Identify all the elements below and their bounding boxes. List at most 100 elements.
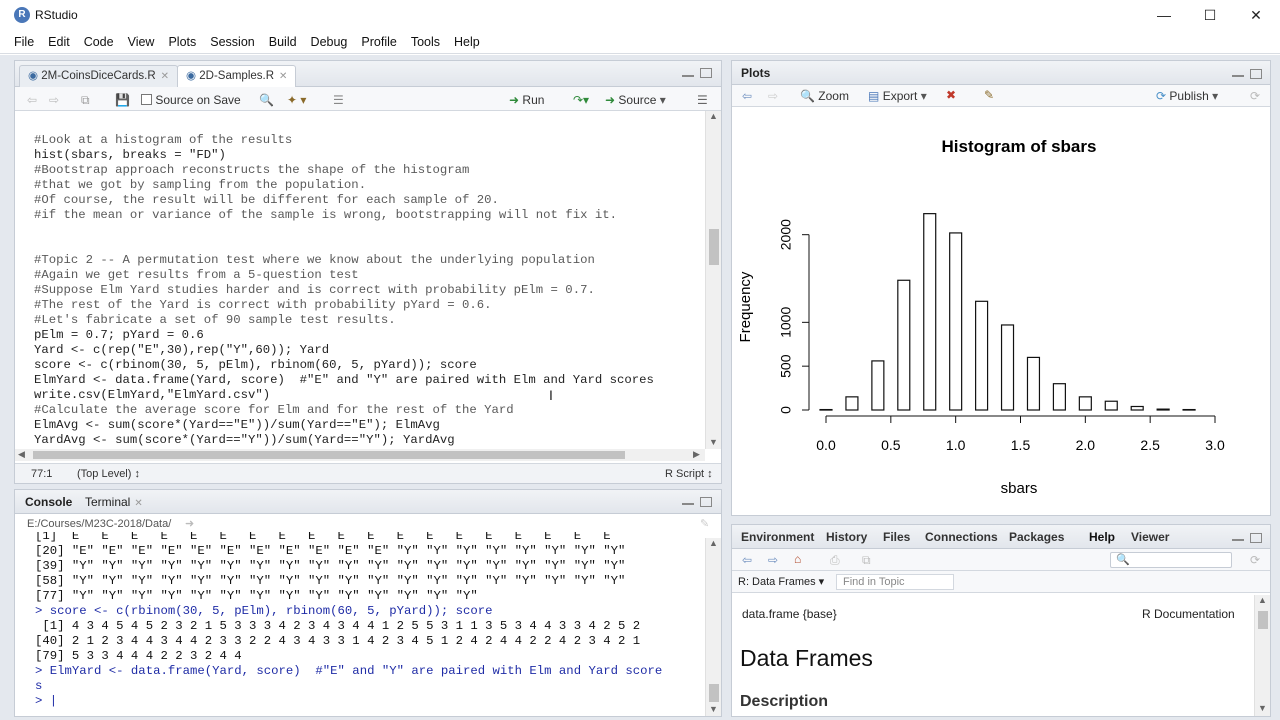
close-tab-icon[interactable]: ✕ (161, 71, 169, 82)
run-button[interactable]: ➜ Run (509, 92, 544, 108)
scroll-down-icon[interactable]: ▼ (1258, 703, 1267, 713)
tab-console[interactable]: Console (25, 495, 72, 509)
scroll-up-icon[interactable]: ▲ (709, 111, 718, 121)
search-icon[interactable]: 🔍 (259, 92, 274, 108)
code-line[interactable]: pElm = 0.7; pYard = 0.6 (34, 328, 204, 343)
find-in-topic-input[interactable]: Find in Topic (836, 574, 954, 590)
refresh-icon[interactable]: ⟳ (1250, 88, 1260, 104)
tab-packages[interactable]: Packages (1009, 530, 1064, 544)
minimize-pane-icon[interactable] (1232, 535, 1244, 541)
minimize-icon[interactable]: — (1141, 4, 1187, 26)
outline-icon[interactable]: ☰ (697, 92, 708, 108)
minimize-pane-icon[interactable] (682, 499, 694, 505)
previous-plot-icon[interactable]: ⇦ (742, 88, 752, 104)
next-plot-icon[interactable]: ⇨ (768, 88, 778, 104)
menu-build[interactable]: Build (262, 30, 304, 54)
source-on-save-checkbox[interactable]: Source on Save (141, 92, 241, 108)
menu-debug[interactable]: Debug (304, 30, 355, 54)
code-line[interactable]: ElmYard <- data.frame(Yard, score) #"E" … (34, 373, 654, 388)
clear-plots-broom-icon[interactable]: ✎ (984, 87, 994, 103)
tab-history[interactable]: History (826, 530, 867, 544)
console-vertical-scrollbar[interactable]: ▲ ▼ (705, 538, 721, 716)
print-icon[interactable]: ⎙ (830, 552, 840, 568)
editor-vertical-scrollbar[interactable]: ▲ ▼ (705, 111, 721, 449)
code-line[interactable]: #Of course, the result will be different… (34, 193, 499, 208)
remove-plot-icon[interactable]: ✖ (946, 87, 956, 103)
close-tab-icon[interactable]: ✕ (279, 71, 287, 82)
rerun-icon[interactable]: ↷▾ (573, 92, 589, 108)
code-line[interactable]: #Suppose Elm Yard studies harder and is … (34, 283, 595, 298)
menu-view[interactable]: View (121, 30, 162, 54)
home-icon[interactable]: ⌂ (794, 551, 801, 567)
tab-plots[interactable]: Plots (741, 66, 770, 80)
console-output[interactable]: [1] E E E E E E E E E E E E E E E E E E … (15, 532, 705, 716)
close-tab-icon[interactable]: ✕ (134, 498, 142, 509)
hscrollbar-thumb[interactable] (33, 451, 625, 459)
tab-2d-samples[interactable]: ◉ 2D-Samples.R ✕ (177, 65, 297, 88)
menu-code[interactable]: Code (77, 30, 121, 54)
menu-tools[interactable]: Tools (404, 30, 447, 54)
code-line[interactable]: #Again we get results from a 5-question … (34, 268, 359, 283)
code-line[interactable]: #that we got by sampling from the popula… (34, 178, 366, 193)
help-search-input[interactable]: 🔍 (1110, 552, 1232, 568)
help-vertical-scrollbar[interactable]: ▲ ▼ (1254, 595, 1270, 716)
scroll-up-icon[interactable]: ▲ (709, 538, 718, 548)
refresh-icon[interactable]: ⟳ (1250, 552, 1260, 568)
minimize-pane-icon[interactable] (682, 71, 694, 77)
publish-button[interactable]: ⟳ Publish ▾ (1156, 88, 1218, 104)
code-line[interactable]: #Topic 2 -- A permutation test where we … (34, 253, 595, 268)
scroll-down-icon[interactable]: ▼ (709, 704, 718, 714)
menu-session[interactable]: Session (203, 30, 261, 54)
menu-plots[interactable]: Plots (161, 30, 203, 54)
compile-report-icon[interactable]: ☰ (333, 92, 344, 108)
scrollbar-thumb[interactable] (709, 684, 719, 702)
code-line[interactable]: Yard <- c(rep("E",30),rep("Y",60)); Yard (34, 343, 329, 358)
open-window-icon[interactable]: ⧉ (862, 552, 871, 568)
menu-help[interactable]: Help (447, 30, 487, 54)
maximize-pane-icon[interactable] (700, 68, 712, 78)
clear-console-icon[interactable]: ✎ (700, 517, 709, 530)
code-line[interactable]: score <- c(rbinom(30, 5, pElm), rbinom(6… (34, 358, 477, 373)
scrollbar-thumb[interactable] (709, 229, 719, 265)
tab-terminal[interactable]: Terminal ✕ (85, 495, 143, 509)
code-line[interactable]: #Look at a histogram of the results (34, 133, 292, 148)
forward-arrow-icon[interactable]: ⇨ (49, 92, 59, 108)
code-line[interactable]: YardAvg <- sum(score*(Yard=="Y"))/sum(Ya… (34, 433, 455, 448)
save-icon[interactable]: 💾 (115, 92, 130, 108)
code-line[interactable]: #The rest of the Yard is correct with pr… (34, 298, 492, 313)
zoom-button[interactable]: 🔍 Zoom (800, 88, 849, 104)
scrollbar-thumb[interactable] (1258, 611, 1268, 629)
menu-profile[interactable]: Profile (354, 30, 403, 54)
tab-viewer[interactable]: Viewer (1131, 530, 1169, 544)
maximize-icon[interactable]: ☐ (1187, 4, 1233, 26)
goto-directory-icon[interactable]: ➜ (185, 517, 194, 530)
editor-horizontal-scrollbar[interactable]: ◀ ▶ (15, 449, 705, 461)
code-line[interactable]: hist(sbars, breaks = "FD") (34, 148, 226, 163)
code-line[interactable]: #Bootstrap approach reconstructs the sha… (34, 163, 469, 178)
show-in-window-icon[interactable]: ⧉ (81, 92, 90, 108)
code-line[interactable]: ElmAvg <- sum(score*(Yard=="E"))/sum(Yar… (34, 418, 440, 433)
scroll-up-icon[interactable]: ▲ (1258, 595, 1267, 605)
scroll-down-icon[interactable]: ▼ (709, 437, 718, 447)
maximize-pane-icon[interactable] (700, 497, 712, 507)
maximize-pane-icon[interactable] (1250, 69, 1262, 79)
back-arrow-icon[interactable]: ⇦ (742, 552, 752, 568)
code-line[interactable]: #Let's fabricate a set of 90 sample test… (34, 313, 396, 328)
code-line[interactable]: write.csv(ElmYard,"ElmYard.csv") (34, 388, 270, 403)
tab-environment[interactable]: Environment (741, 530, 814, 544)
menu-file[interactable]: File (7, 30, 41, 54)
tab-help[interactable]: Help (1089, 530, 1115, 544)
code-tools-wand-icon[interactable]: ✦ ▾ (287, 92, 306, 108)
menu-edit[interactable]: Edit (41, 30, 77, 54)
tab-connections[interactable]: Connections (925, 530, 998, 544)
source-button[interactable]: ➜ Source ▾ (605, 92, 666, 108)
scroll-left-icon[interactable]: ◀ (18, 449, 25, 460)
back-arrow-icon[interactable]: ⇦ (27, 92, 37, 108)
export-button[interactable]: ▤ Export ▾ (868, 88, 927, 104)
topic-selector[interactable]: R: Data Frames ▾ (738, 575, 824, 588)
tab-coins-dice-cards[interactable]: ◉ 2M-CoinsDiceCards.R ✕ (19, 65, 179, 87)
forward-arrow-icon[interactable]: ⇨ (768, 552, 778, 568)
minimize-pane-icon[interactable] (1232, 71, 1244, 77)
maximize-pane-icon[interactable] (1250, 533, 1262, 543)
code-area[interactable]: #Look at a histogram of the results hist(… (15, 111, 705, 457)
